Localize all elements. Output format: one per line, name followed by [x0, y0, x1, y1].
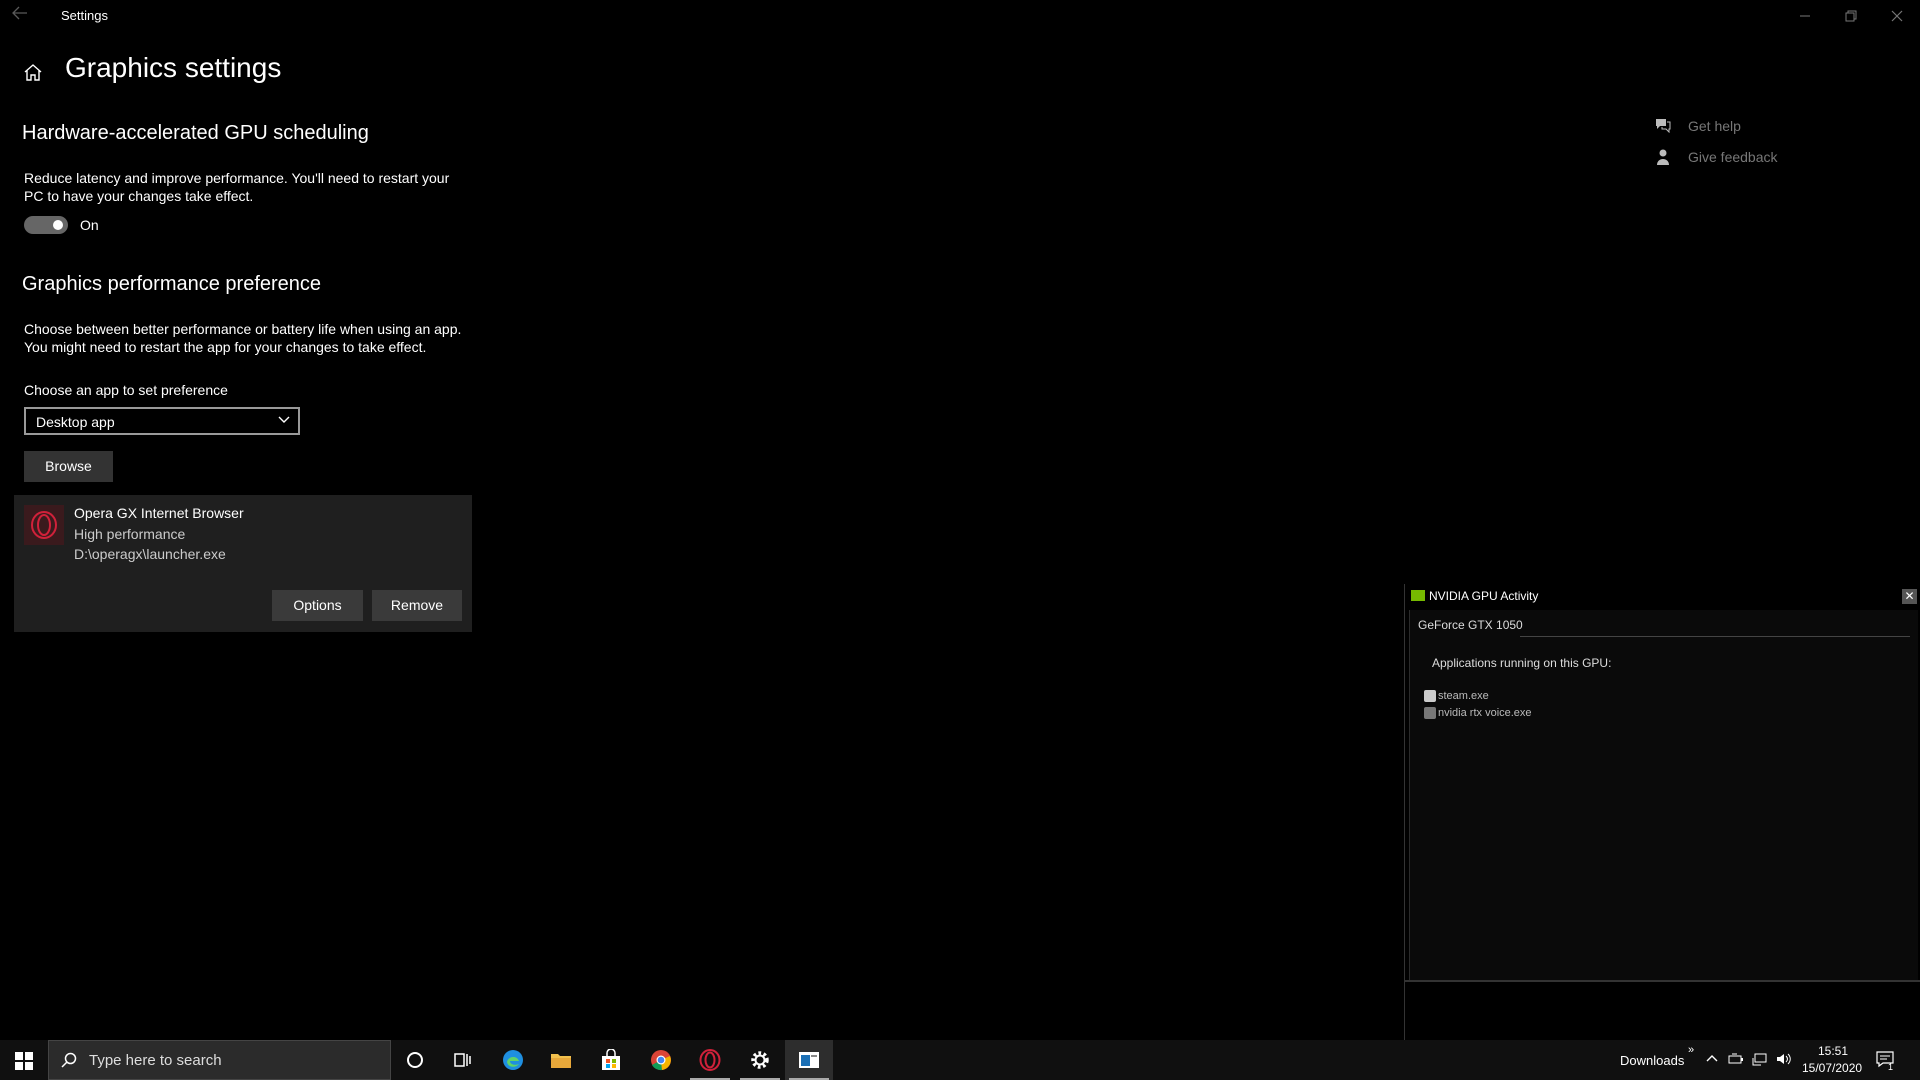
nvidia-logo-icon [1411, 590, 1425, 601]
steam-icon [1424, 690, 1436, 702]
taskbar: Type here to search Downloads » 15:51 15… [0, 1040, 1920, 1080]
nvidia-rtx-voice-icon [1424, 707, 1436, 719]
gpu-scheduling-heading: Hardware-accelerated GPU scheduling [22, 122, 369, 144]
performance-description-line2: You might need to restart the app for yo… [24, 339, 427, 355]
nvidia-panel-body: GeForce GTX 1050 Applications running on… [1409, 610, 1918, 980]
app-type-dropdown[interactable]: Desktop app [24, 407, 300, 435]
app-name: Opera GX Internet Browser [74, 505, 244, 521]
microsoft-store-icon[interactable] [587, 1040, 635, 1080]
app-path: D:\operagx\launcher.exe [74, 546, 226, 562]
restore-button[interactable] [1828, 0, 1874, 32]
get-help-icon[interactable] [1654, 117, 1674, 135]
start-button[interactable] [0, 1040, 48, 1080]
window-title: Settings [61, 8, 108, 23]
close-button[interactable] [1874, 0, 1920, 32]
cortana-icon[interactable] [391, 1040, 439, 1080]
show-hidden-icons-chevron-up-icon[interactable] [1706, 1052, 1718, 1066]
browse-button[interactable]: Browse [24, 451, 113, 482]
search-placeholder: Type here to search [89, 1052, 222, 1069]
minimize-button[interactable] [1782, 0, 1828, 32]
nvidia-panel-title: NVIDIA GPU Activity [1429, 589, 1539, 603]
file-explorer-icon[interactable] [537, 1040, 585, 1080]
page-title: Graphics settings [65, 52, 282, 83]
gpu-scheduling-description-line1: Reduce latency and improve performance. … [24, 170, 450, 186]
network-icon[interactable] [1752, 1052, 1768, 1066]
gpu-app-item: nvidia rtx voice.exe [1424, 707, 1532, 719]
settings-gear-icon[interactable] [736, 1040, 784, 1080]
opera-gx-icon [24, 505, 64, 545]
options-button[interactable]: Options [272, 590, 363, 621]
tab-divider [1520, 636, 1910, 637]
volume-icon[interactable] [1776, 1052, 1792, 1066]
app-entry-card[interactable]: Opera GX Internet Browser High performan… [14, 495, 472, 632]
chrome-icon[interactable] [637, 1040, 685, 1080]
app-preference: High performance [74, 526, 186, 542]
give-feedback-link[interactable]: Give feedback [1688, 149, 1778, 165]
taskbar-search-box[interactable]: Type here to search [48, 1040, 391, 1080]
gpu-name-tab[interactable]: GeForce GTX 1050 [1418, 618, 1523, 632]
windows-logo-icon [15, 1052, 33, 1070]
nvidia-gpu-activity-panel: NVIDIA GPU Activity ✕ GeForce GTX 1050 A… [1404, 584, 1920, 1040]
gpu-scheduling-description-line2: PC to have your changes take effect. [24, 188, 254, 204]
nvidia-activity-app-icon[interactable] [785, 1040, 833, 1080]
nvidia-close-button[interactable]: ✕ [1902, 589, 1917, 604]
downloads-toolbar[interactable]: Downloads [1620, 1053, 1684, 1068]
edge-icon[interactable] [489, 1040, 537, 1080]
dropdown-value: Desktop app [36, 414, 115, 430]
chevron-down-icon [278, 416, 290, 424]
performance-description-line1: Choose between better performance or bat… [24, 321, 462, 337]
clock-time[interactable]: 15:51 [1818, 1044, 1848, 1058]
battery-icon[interactable] [1728, 1052, 1744, 1066]
search-icon [61, 1052, 77, 1068]
remove-button[interactable]: Remove [372, 590, 462, 621]
toolbar-expand-chevron[interactable]: » [1688, 1044, 1694, 1056]
notification-count-badge: 1 [1888, 1062, 1894, 1072]
toggle-state-label: On [80, 217, 99, 233]
title-bar: Settings [0, 0, 1920, 32]
gpu-app-name: steam.exe [1438, 690, 1489, 702]
gpu-app-name: nvidia rtx voice.exe [1438, 707, 1532, 719]
toggle-knob [53, 220, 63, 230]
nvidia-panel-header: NVIDIA GPU Activity ✕ [1405, 584, 1920, 608]
gpu-app-item: steam.exe [1424, 690, 1489, 702]
gpu-scheduling-toggle[interactable] [24, 216, 68, 234]
home-icon[interactable] [23, 62, 45, 84]
nvidia-panel-divider [1405, 980, 1920, 982]
get-help-link[interactable]: Get help [1688, 118, 1741, 134]
gpu-apps-label: Applications running on this GPU: [1432, 656, 1612, 670]
app-select-label: Choose an app to set preference [24, 382, 228, 398]
back-arrow-icon[interactable] [12, 6, 34, 26]
opera-gx-taskbar-icon[interactable] [686, 1040, 734, 1080]
give-feedback-icon[interactable] [1655, 148, 1675, 166]
performance-preference-heading: Graphics performance preference [22, 273, 322, 295]
clock-date[interactable]: 15/07/2020 [1802, 1061, 1862, 1075]
task-view-icon[interactable] [439, 1040, 487, 1080]
